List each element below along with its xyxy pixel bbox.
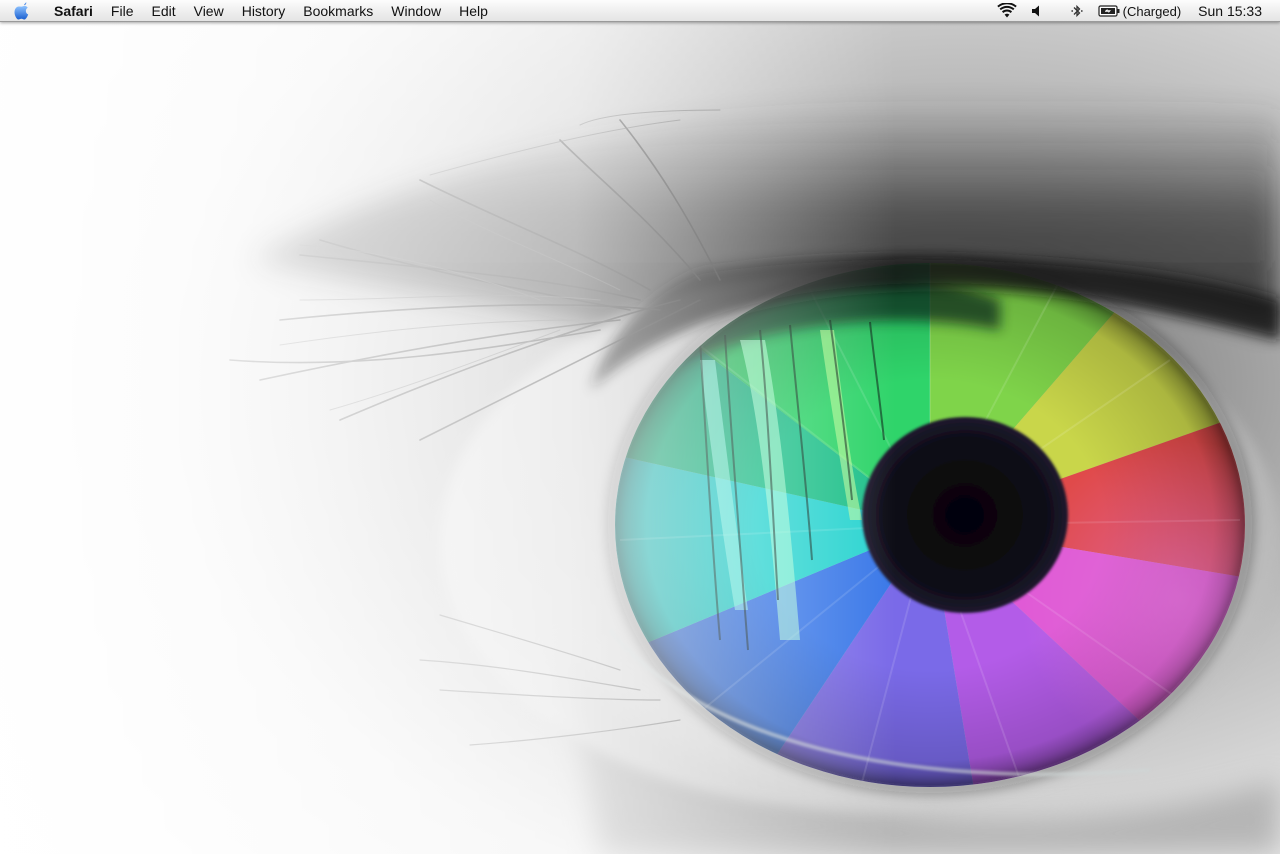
- menu-edit[interactable]: Edit: [142, 0, 184, 22]
- menu-window[interactable]: Window: [382, 0, 450, 22]
- menu-history[interactable]: History: [233, 0, 295, 22]
- screen: Safari File Edit View History Bookmarks …: [0, 0, 1280, 854]
- menu-clock[interactable]: Sun 15:33: [1188, 0, 1280, 22]
- menu-help[interactable]: Help: [450, 0, 497, 22]
- desktop-wallpaper: [0, 0, 1280, 854]
- menu-bookmarks[interactable]: Bookmarks: [294, 0, 382, 22]
- wifi-icon[interactable]: [990, 0, 1024, 22]
- menu-view[interactable]: View: [185, 0, 233, 22]
- apple-logo-icon[interactable]: [0, 0, 42, 22]
- bluetooth-icon[interactable]: [1052, 0, 1091, 22]
- battery-status-text: (Charged): [1122, 3, 1182, 19]
- battery-status[interactable]: (Charged): [1091, 0, 1189, 22]
- menu-bar: Safari File Edit View History Bookmarks …: [0, 0, 1280, 22]
- menu-app-safari[interactable]: Safari: [42, 0, 102, 22]
- menu-bar-extras: (Charged) Sun 15:33: [990, 0, 1280, 22]
- menu-bar-left: Safari File Edit View History Bookmarks …: [0, 0, 497, 22]
- menu-file[interactable]: File: [102, 0, 143, 22]
- speaker-volume-icon[interactable]: [1024, 0, 1052, 22]
- battery-icon: [1098, 5, 1120, 17]
